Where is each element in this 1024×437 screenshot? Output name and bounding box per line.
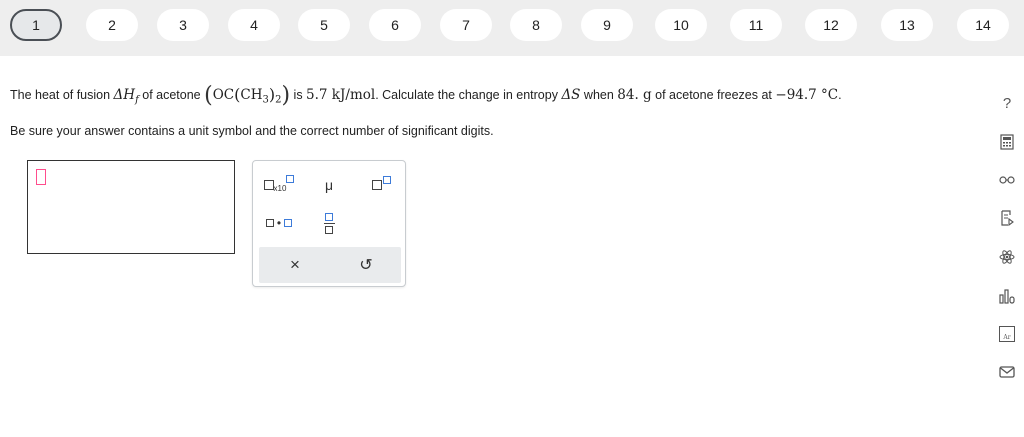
mail-icon[interactable]	[996, 361, 1018, 383]
fraction-button[interactable]	[311, 209, 347, 237]
question-step-nav: 1 2 3 4 5 6 7 8 9 10 11 12 13 14	[0, 0, 1024, 56]
problem-statement: The heat of fusion ΔHf of acetone (OC(CH…	[10, 82, 890, 108]
step-label: 7	[462, 17, 470, 33]
top-navigation-bar: 1 2 3 4 5 6 7 8 9 10 11 12 13 14	[0, 0, 1024, 56]
problem-text: of acetone	[138, 88, 205, 102]
input-cursor-slot[interactable]	[36, 169, 46, 185]
superscript-box-icon	[382, 176, 391, 184]
mass-value: 84. g	[617, 87, 652, 103]
glasses-svg	[999, 176, 1015, 184]
data-icon[interactable]	[996, 207, 1018, 229]
tools-sidebar: ? Ar	[992, 90, 1024, 390]
step-button-10[interactable]: 10	[655, 9, 707, 41]
problem-text: when	[580, 88, 618, 102]
step-label: 14	[975, 17, 991, 33]
problem-text: is	[290, 88, 307, 102]
step-button-8[interactable]: 8	[510, 9, 562, 41]
left-box-icon	[265, 219, 274, 227]
superscript-button[interactable]	[363, 171, 399, 199]
step-label: 9	[603, 17, 611, 33]
heat-of-fusion-value: 5.7 kJ/mol	[306, 87, 376, 103]
step-button-13[interactable]: 13	[881, 9, 933, 41]
mail-svg	[999, 366, 1015, 378]
base-box-icon	[371, 180, 382, 190]
chart-svg	[999, 289, 1015, 304]
answer-input[interactable]	[27, 160, 235, 254]
periodic-table-tile: Ar	[999, 326, 1015, 342]
step-label: 6	[391, 17, 399, 33]
calculator-svg	[1000, 134, 1014, 150]
mu-symbol: μ	[324, 177, 334, 193]
step-button-6[interactable]: 6	[369, 9, 421, 41]
undo-button[interactable]: ↺	[348, 251, 384, 279]
step-label: 8	[532, 17, 540, 33]
step-label: 2	[108, 17, 116, 33]
problem-text: .	[838, 88, 842, 102]
step-label: 3	[179, 17, 187, 33]
problem-text: of acetone freezes at	[651, 88, 776, 102]
undo-icon: ↺	[359, 257, 373, 274]
formula-ch: CH	[240, 87, 263, 103]
step-button-5[interactable]: 5	[298, 9, 350, 41]
right-box-icon	[284, 219, 293, 227]
formula-oc: OC	[212, 87, 235, 103]
step-button-11[interactable]: 11	[730, 9, 782, 41]
entropy-symbol: ΔS	[561, 87, 581, 103]
step-label: 10	[673, 17, 689, 33]
acetone-formula: (OC(CH3)2)	[204, 83, 291, 108]
enthalpy-symbol: ΔHf	[113, 87, 139, 106]
enthalpy-symbol-text: ΔH	[113, 87, 136, 103]
step-label: 4	[250, 17, 258, 33]
step-button-7[interactable]: 7	[440, 9, 492, 41]
numerator-box-icon	[325, 212, 333, 221]
calculator-icon[interactable]	[996, 131, 1018, 153]
step-button-9[interactable]: 9	[581, 9, 633, 41]
math-palette: x10 μ • × ↺	[252, 160, 406, 287]
glasses-icon[interactable]	[996, 169, 1018, 191]
problem-text: . Calculate the change in entropy	[375, 88, 562, 102]
clear-icon: ×	[290, 255, 300, 274]
fraction-bar-icon	[323, 222, 335, 224]
denominator-box-icon	[325, 225, 333, 234]
problem-text: The heat of fusion	[10, 88, 114, 102]
clear-button[interactable]: ×	[277, 251, 313, 279]
step-label: 13	[899, 17, 915, 33]
step-label: 5	[320, 17, 328, 33]
step-button-12[interactable]: 12	[805, 9, 857, 41]
periodic-table-icon[interactable]: Ar	[996, 323, 1018, 345]
dot-icon: •	[276, 216, 282, 230]
step-button-14[interactable]: 14	[957, 9, 1009, 41]
multiply-dot-button[interactable]: •	[261, 209, 297, 237]
step-label: 1	[32, 17, 40, 33]
step-button-1[interactable]: 1	[10, 9, 62, 41]
atom-icon[interactable]	[996, 246, 1018, 268]
micro-prefix-button[interactable]: μ	[311, 171, 347, 199]
exponent-box-icon	[286, 175, 295, 183]
scientific-notation-button[interactable]: x10	[261, 171, 297, 199]
instructions-note: Be sure your answer contains a unit symb…	[10, 124, 494, 138]
step-button-4[interactable]: 4	[228, 9, 280, 41]
periodic-table-label: Ar	[1003, 334, 1011, 341]
help-glyph: ?	[1002, 94, 1012, 112]
step-label: 11	[748, 17, 764, 33]
step-label: 12	[823, 17, 839, 33]
atom-svg	[999, 250, 1015, 264]
data-svg	[1000, 210, 1014, 226]
help-icon[interactable]: ?	[996, 92, 1018, 114]
chart-icon[interactable]	[996, 285, 1018, 307]
step-button-2[interactable]: 2	[86, 9, 138, 41]
step-button-3[interactable]: 3	[157, 9, 209, 41]
placeholder-box-icon	[263, 180, 274, 190]
palette-actions: × ↺	[259, 247, 401, 283]
temperature-value: −94.7 °C	[775, 87, 839, 103]
x10-label: x10	[273, 183, 287, 193]
